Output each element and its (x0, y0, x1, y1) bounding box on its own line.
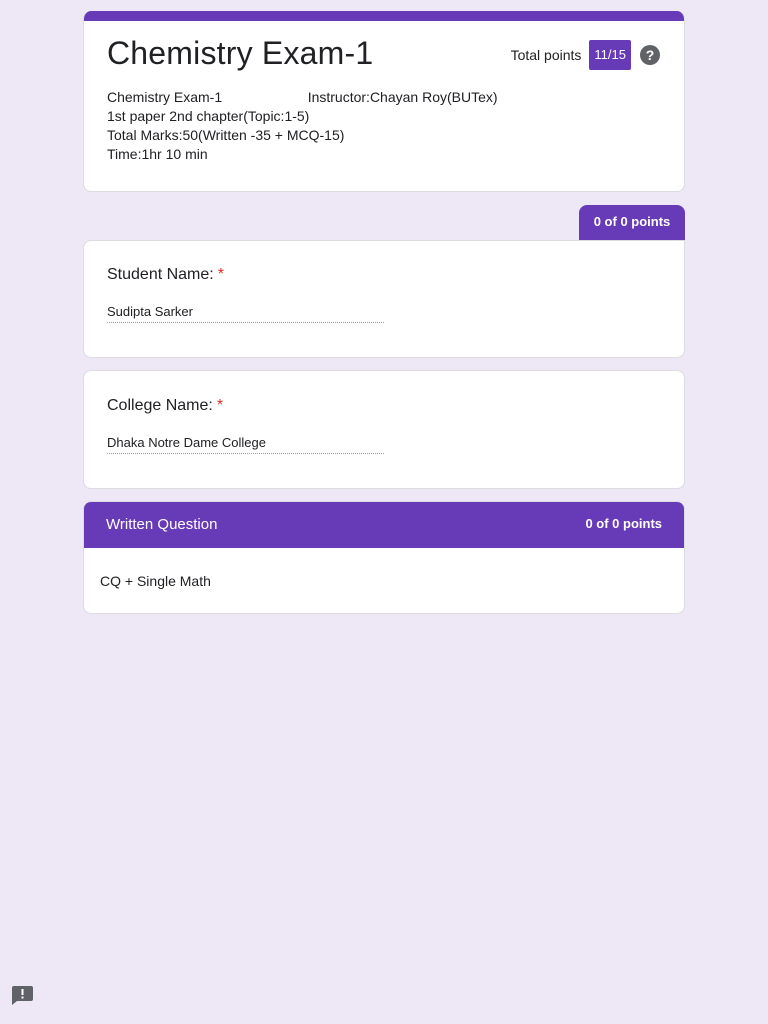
question-card-college-name: College Name: * Dhaka Notre Dame College (83, 370, 685, 489)
question-title-text: College Name: (107, 397, 213, 414)
description-line: 1st paper 2nd chapter(Topic:1-5) (107, 108, 310, 124)
form-header-card: Chemistry Exam-1 Total points 11/15 ? Ch… (83, 11, 685, 192)
description-line: Chemistry Exam-1 Instructor:Chayan Roy(B… (107, 89, 498, 105)
question-title: College Name: * (107, 397, 223, 415)
total-points: Total points 11/15 ? (511, 40, 660, 70)
form-accent-bar (84, 11, 684, 21)
help-icon[interactable]: ? (640, 45, 660, 65)
section-card-written-question: Written Question 0 of 0 points CQ + Sing… (83, 501, 685, 614)
section-description: CQ + Single Math (100, 573, 211, 589)
report-feedback-icon[interactable] (12, 986, 33, 1005)
question-title: Student Name: * (107, 266, 224, 284)
section-points-tab: 0 of 0 points (579, 205, 685, 240)
form-description: Chemistry Exam-1 Instructor:Chayan Roy(B… (107, 88, 498, 164)
required-asterisk: * (216, 397, 224, 414)
form-title: Chemistry Exam-1 (107, 35, 374, 71)
section-header: Written Question 0 of 0 points (84, 502, 684, 548)
description-line: Total Marks:50(Written -35 + MCQ-15) (107, 127, 345, 143)
description-line: Time:1hr 10 min (107, 146, 208, 162)
student-name-answer: Sudipta Sarker (107, 304, 384, 323)
total-points-label: Total points (510, 47, 582, 63)
section-title: Written Question (106, 516, 218, 533)
question-title-text: Student Name: (107, 266, 214, 283)
section-points: 0 of 0 points (585, 516, 662, 531)
question-card-student-name: Student Name: * Sudipta Sarker (83, 240, 685, 358)
college-name-answer: Dhaka Notre Dame College (107, 435, 384, 454)
form-page: Chemistry Exam-1 Total points 11/15 ? Ch… (0, 0, 768, 1024)
required-asterisk: * (217, 266, 224, 283)
score-badge: 11/15 (589, 40, 631, 70)
